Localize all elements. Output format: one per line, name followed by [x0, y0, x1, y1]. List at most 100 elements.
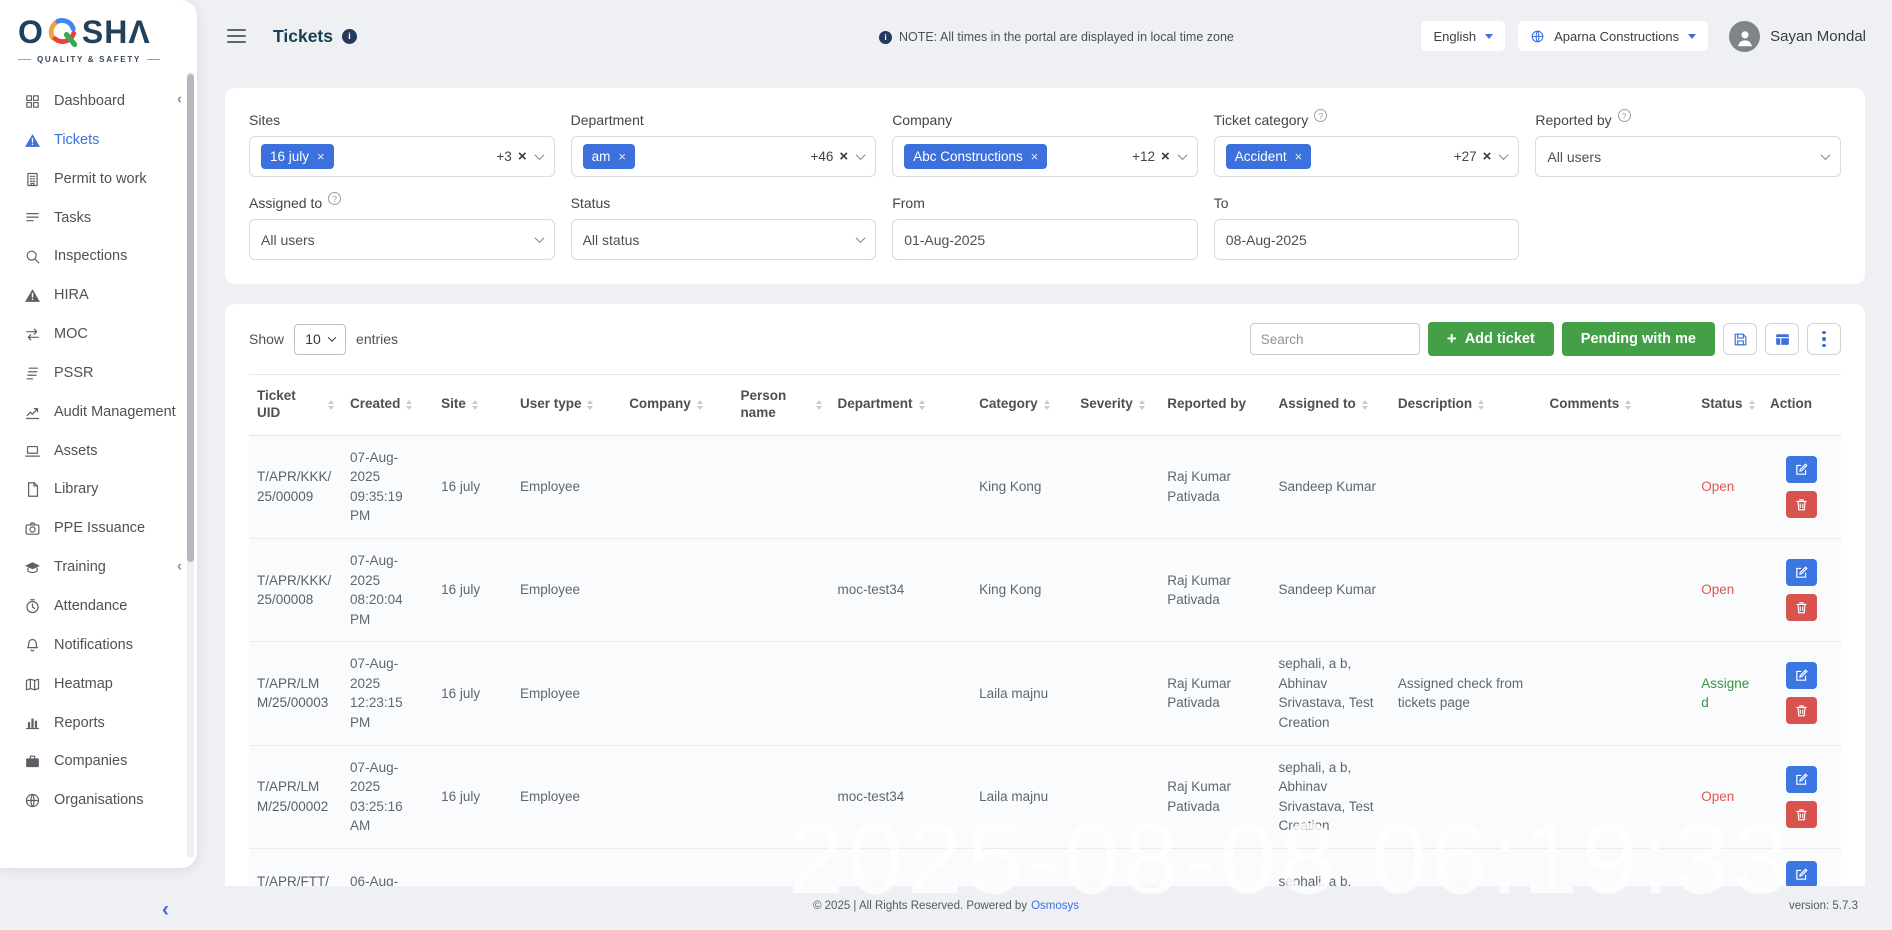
add-ticket-button[interactable]: Add ticket [1428, 322, 1554, 356]
edit-button[interactable] [1786, 456, 1817, 483]
sidebar-item-library[interactable]: Library [0, 470, 197, 509]
export-save-button[interactable] [1723, 323, 1757, 355]
clear-all-icon[interactable]: × [839, 148, 848, 165]
more-count[interactable]: +46 [811, 149, 834, 164]
column-header-site[interactable]: Site [433, 375, 512, 436]
column-header-department[interactable]: Department [830, 375, 972, 436]
sidebar-item-assets[interactable]: Assets [0, 432, 197, 471]
filter-chip[interactable]: 16 july× [261, 144, 334, 169]
sidebar-item-inspections[interactable]: Inspections [0, 237, 197, 276]
column-header-ticket-uid[interactable]: Ticket UID [249, 375, 342, 436]
sort-icon[interactable] [919, 400, 925, 411]
page-size-select[interactable]: 10 [294, 324, 346, 355]
column-header-status[interactable]: Status [1693, 375, 1762, 436]
sidebar-item-companies[interactable]: Companies [0, 742, 197, 781]
from-date-input[interactable]: 01-Aug-2025 [892, 219, 1198, 260]
department-multiselect[interactable]: am× +46 × [571, 136, 877, 177]
ticket-category-multiselect[interactable]: Accident× +27 × [1214, 136, 1520, 177]
sidebar-item-organisations[interactable]: Organisations [0, 781, 197, 820]
sidebar-item-notifications[interactable]: Notifications [0, 626, 197, 665]
column-header-comments[interactable]: Comments [1542, 375, 1694, 436]
table-row[interactable]: T/APR/KKK/25/00008 07-Aug-2025 08:20:04 … [249, 539, 1841, 642]
column-header-created[interactable]: Created [342, 375, 433, 436]
filter-chip[interactable]: am× [583, 144, 635, 169]
filter-chip[interactable]: Abc Constructions× [904, 144, 1047, 169]
delete-button[interactable] [1786, 491, 1817, 518]
column-header-description[interactable]: Description [1390, 375, 1542, 436]
sort-icon[interactable] [587, 400, 593, 411]
language-dropdown[interactable]: English [1421, 21, 1505, 51]
sidebar-item-pssr[interactable]: PSSR [0, 354, 197, 393]
more-count[interactable]: +3 [496, 149, 511, 164]
table-row[interactable]: T/APR/LMM/25/00002 07-Aug-2025 03:25:16 … [249, 745, 1841, 848]
sort-icon[interactable] [1139, 400, 1145, 411]
sidebar-item-audit-management[interactable]: Audit Management [0, 393, 197, 432]
column-header-reported-by[interactable]: Reported by [1159, 375, 1270, 436]
clear-all-icon[interactable]: × [518, 148, 527, 165]
column-header-category[interactable]: Category [971, 375, 1072, 436]
info-icon[interactable]: i [342, 29, 357, 44]
sidebar-scrollbar[interactable] [187, 72, 194, 858]
sort-icon[interactable] [1478, 400, 1484, 411]
delete-button[interactable] [1786, 801, 1817, 828]
chip-remove-icon[interactable]: × [317, 150, 325, 163]
sidebar-item-tickets[interactable]: Tickets [0, 121, 197, 160]
assigned-to-select[interactable]: All users [249, 219, 555, 260]
sidebar-item-attendance[interactable]: Attendance [0, 587, 197, 626]
chip-remove-icon[interactable]: × [1031, 150, 1039, 163]
sidebar-item-hira[interactable]: HIRA [0, 276, 197, 315]
sort-icon[interactable] [1749, 400, 1755, 411]
help-icon[interactable]: ? [1618, 109, 1631, 122]
osmosys-link[interactable]: Osmosys [1031, 900, 1079, 912]
reported-by-select[interactable]: All users [1535, 136, 1841, 177]
column-header-user-type[interactable]: User type [512, 375, 621, 436]
organisation-dropdown[interactable]: Aparna Constructions [1518, 21, 1708, 51]
more-options-button[interactable] [1807, 323, 1841, 355]
chip-remove-icon[interactable]: × [618, 150, 626, 163]
sidebar-item-ppe-issuance[interactable]: PPE Issuance [0, 509, 197, 548]
column-settings-button[interactable] [1765, 323, 1799, 355]
sort-icon[interactable] [816, 400, 822, 411]
column-header-company[interactable]: Company [621, 375, 732, 436]
sort-icon[interactable] [472, 400, 478, 411]
more-count[interactable]: +12 [1132, 149, 1155, 164]
edit-button[interactable] [1786, 766, 1817, 793]
sort-icon[interactable] [1044, 400, 1050, 411]
table-row[interactable]: T/APR/FTT/25/0000 06-Aug-2025 Aparna Emp… [249, 848, 1841, 886]
scrollbar-thumb[interactable] [187, 74, 194, 562]
chevron-left-icon[interactable]: ‹ [177, 90, 182, 110]
column-header-severity[interactable]: Severity [1072, 375, 1159, 436]
sort-icon[interactable] [1362, 400, 1368, 411]
table-row[interactable]: T/APR/LMM/25/00003 07-Aug-2025 12:23:15 … [249, 642, 1841, 745]
sort-icon[interactable] [1625, 400, 1631, 411]
sidebar-item-reports[interactable]: Reports [0, 704, 197, 743]
edit-button[interactable] [1786, 559, 1817, 586]
sort-icon[interactable] [328, 400, 334, 411]
sidebar-item-dashboard[interactable]: Dashboard ‹ [0, 82, 197, 121]
sidebar-item-training[interactable]: Training ‹ [0, 548, 197, 587]
table-row[interactable]: T/APR/KKK/25/00009 07-Aug-2025 09:35:19 … [249, 435, 1841, 538]
sort-icon[interactable] [697, 400, 703, 411]
sidebar-item-heatmap[interactable]: Heatmap [0, 665, 197, 704]
clear-all-icon[interactable]: × [1161, 148, 1170, 165]
sidebar-item-permit-to-work[interactable]: Permit to work [0, 160, 197, 199]
more-count[interactable]: +27 [1454, 149, 1477, 164]
help-icon[interactable]: ? [328, 192, 341, 205]
column-header-person-name[interactable]: Person name [732, 375, 829, 436]
status-select[interactable]: All status [571, 219, 877, 260]
edit-button[interactable] [1786, 662, 1817, 689]
chip-remove-icon[interactable]: × [1295, 150, 1303, 163]
column-header-assigned-to[interactable]: Assigned to [1270, 375, 1389, 436]
pending-with-me-button[interactable]: Pending with me [1562, 322, 1715, 356]
clear-all-icon[interactable]: × [1483, 148, 1492, 165]
hamburger-menu-icon[interactable] [227, 29, 246, 44]
sidebar-item-tasks[interactable]: Tasks [0, 199, 197, 238]
search-input[interactable] [1250, 323, 1420, 355]
delete-button[interactable] [1786, 697, 1817, 724]
chevron-left-icon[interactable]: ‹ [177, 556, 182, 576]
filter-chip[interactable]: Accident× [1226, 144, 1311, 169]
sort-icon[interactable] [406, 400, 412, 411]
to-date-input[interactable]: 08-Aug-2025 [1214, 219, 1520, 260]
help-icon[interactable]: ? [1314, 109, 1327, 122]
sidebar-item-moc[interactable]: MOC [0, 315, 197, 354]
